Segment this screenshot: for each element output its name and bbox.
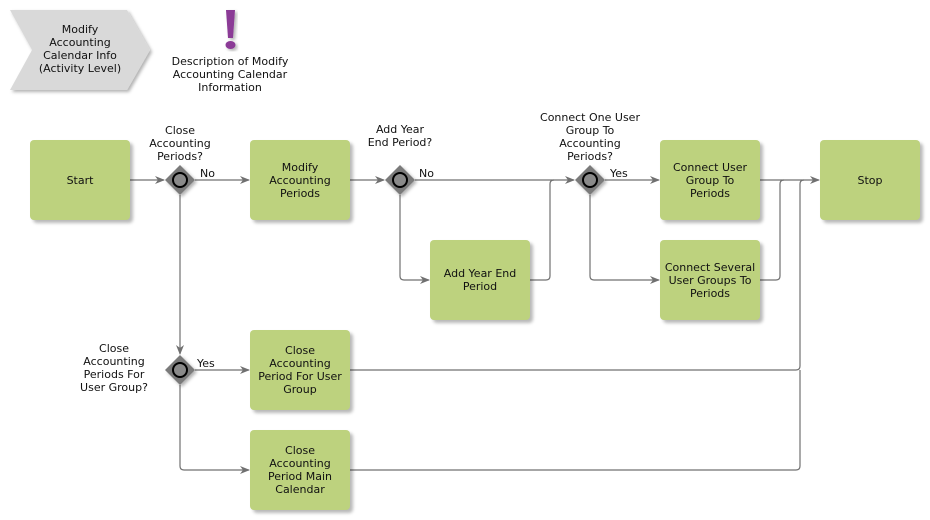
gateway-g4-label: Close Accounting Periods For User Group? [80, 342, 148, 394]
node-connect-several-user-groups[interactable]: Connect Several User Groups To Periods [660, 240, 760, 320]
edge-connectseveral-stop [760, 179, 785, 281]
gateway-g1[interactable] [165, 165, 195, 195]
node-stop[interactable]: Stop [820, 140, 920, 220]
edge-addyear-g3 [530, 179, 555, 281]
node-label: Connect User Group To Periods [672, 160, 748, 200]
node-start[interactable]: Start [30, 140, 130, 220]
node-label: Modify Accounting Periods [269, 160, 331, 200]
node-stop-label: Stop [857, 173, 883, 187]
activity-chevron-label[interactable]: Modify Accounting Calendar Info (Activit… [30, 23, 130, 75]
node-label: Close Accounting Period Main Calendar [267, 444, 333, 496]
edge-g3-connectseveral [589, 195, 660, 284]
edge-label-g4-yes: Yes [197, 357, 215, 370]
gateway-g3-label: Connect One User Group To Accounting Per… [540, 111, 640, 163]
gateway-g2[interactable] [385, 165, 415, 195]
node-connect-user-group[interactable]: Connect User Group To Periods [660, 140, 760, 220]
node-label: Connect Several User Groups To Periods [664, 260, 756, 300]
node-close-period-main-calendar[interactable]: Close Accounting Period Main Calendar [250, 430, 350, 510]
node-label: Add Year End Period [443, 267, 517, 293]
description-note-label: Description of Modify Accounting Calenda… [171, 55, 289, 94]
node-label: Close Accounting Period For User Group [258, 344, 342, 396]
edge-label-g2-no: No [419, 167, 434, 180]
edge-closemain-stop [350, 370, 801, 471]
node-modify-accounting-periods[interactable]: Modify Accounting Periods [250, 140, 350, 220]
edge-label-g3-yes: Yes [610, 167, 628, 180]
node-add-year-end-period[interactable]: Add Year End Period [430, 240, 530, 320]
edge-g2-addyear [399, 195, 430, 284]
edge-label-g1-no: No [200, 167, 215, 180]
gateway-g1-label: Close Accounting Periods? [149, 124, 211, 163]
gateway-g4[interactable] [165, 355, 195, 385]
node-start-label: Start [66, 173, 94, 187]
exclamation-icon [225, 10, 236, 49]
edge-g4-closemain [179, 385, 250, 474]
node-close-period-user-group[interactable]: Close Accounting Period For User Group [250, 330, 350, 410]
gateway-g3[interactable] [575, 165, 605, 195]
gateway-g2-label: Add Year End Period? [367, 123, 433, 149]
